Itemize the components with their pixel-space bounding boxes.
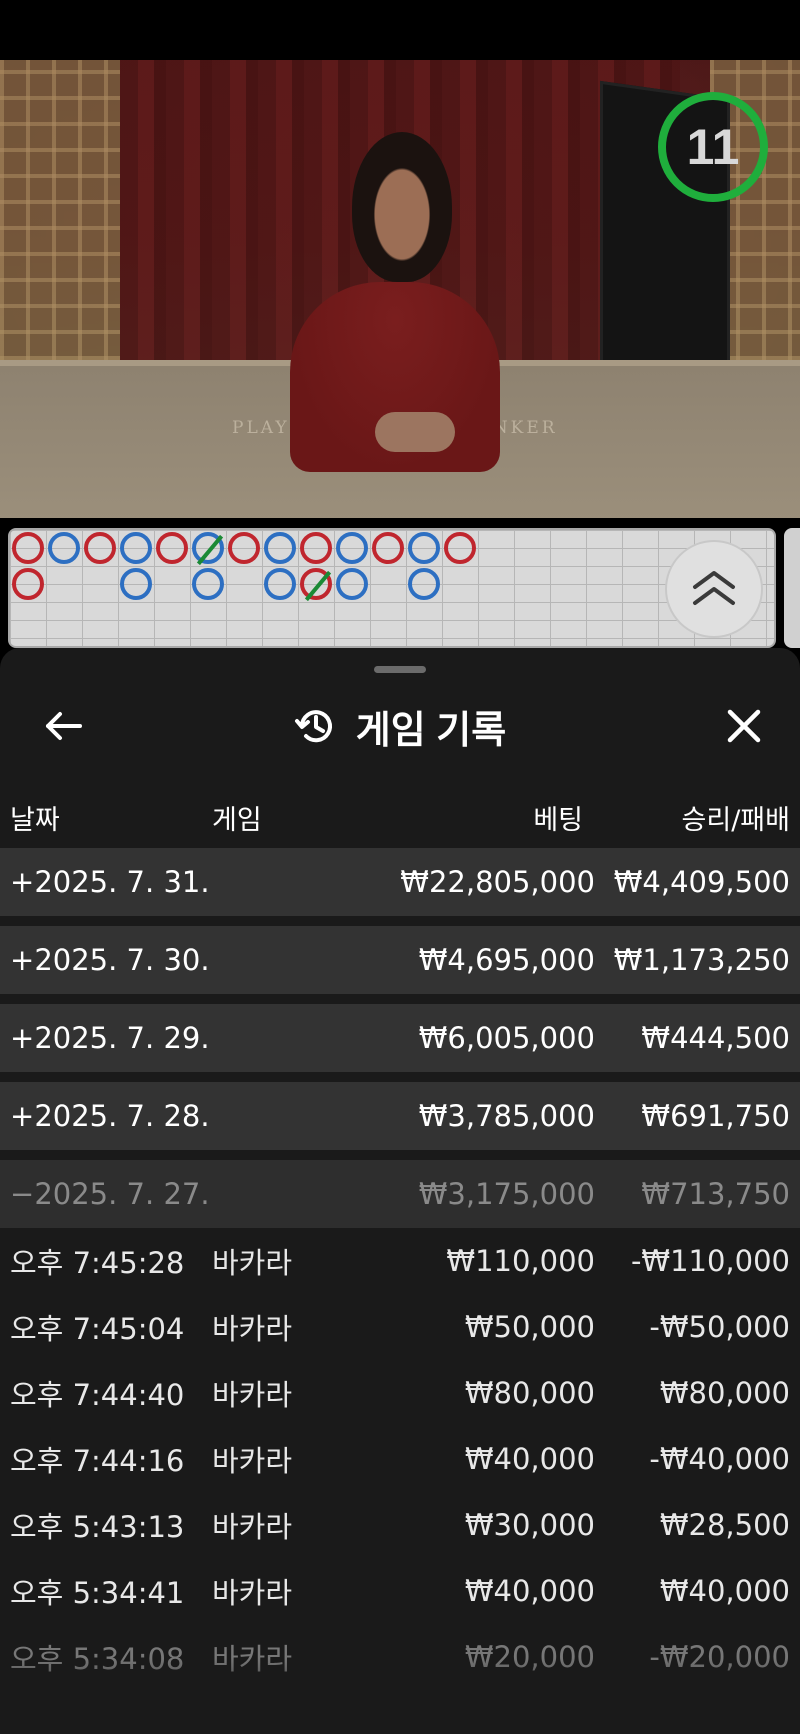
countdown-timer: 11 [658,92,768,202]
day-row[interactable]: +2025. 7. 29. ₩6,005,000 ₩444,500 [0,1004,800,1072]
banker-bead [84,532,116,564]
game-name: 바카라 [212,1576,293,1610]
bead-road [8,528,776,648]
game-name: 바카라 [212,1510,293,1544]
player-bead [120,532,152,564]
game-win-loss: ₩80,000 [659,1376,790,1410]
sheet-drag-handle[interactable] [374,666,426,673]
col-header-bet: 베팅 [533,805,583,836]
banker-bead [228,532,260,564]
game-time: 오후 7:44:16 [10,1444,185,1478]
game-name: 바카라 [212,1246,293,1280]
player-bead [120,568,152,600]
game-row[interactable]: 오후 7:45:28 바카라 ₩110,000 -₩110,000 [0,1228,800,1294]
day-row[interactable]: +2025. 7. 30. ₩4,695,000 ₩1,173,250 [0,926,800,994]
day-win-loss: ₩1,173,250 [613,943,790,977]
column-headers: 날짜 게임 베팅 승리/패배 [0,798,800,838]
game-win-loss: ₩28,500 [659,1508,790,1542]
sheet-header: 게임 기록 [0,690,800,762]
double-chevron-up-icon [693,571,735,605]
banker-bead [12,532,44,564]
col-header-win-loss: 승리/패배 [681,805,790,836]
game-win-loss: -₩40,000 [649,1442,790,1476]
day-bet: ₩6,005,000 [418,1021,595,1055]
secondary-road [784,528,800,648]
game-bet: ₩40,000 [464,1442,595,1476]
col-header-game: 게임 [212,805,262,836]
game-row[interactable]: 오후 7:44:16 바카라 ₩40,000 -₩40,000 [0,1426,800,1492]
player-bead [408,532,440,564]
player-bead [264,532,296,564]
game-row[interactable]: 오후 5:34:41 바카라 ₩40,000 ₩40,000 [0,1558,800,1624]
player-bead [48,532,80,564]
day-date: 2025. 7. 30. [34,943,210,977]
day-win-loss: ₩444,500 [641,1021,790,1055]
game-row[interactable]: 오후 7:44:40 바카라 ₩80,000 ₩80,000 [0,1360,800,1426]
close-button[interactable] [718,700,770,752]
expand-sign: + [10,1021,35,1055]
game-time: 오후 7:45:28 [10,1246,185,1280]
list-fade [0,1658,800,1734]
tie-slash [304,570,332,602]
game-row[interactable]: 오후 5:43:13 바카라 ₩30,000 ₩28,500 [0,1492,800,1558]
day-date: 2025. 7. 28. [34,1099,210,1133]
game-time: 오후 5:34:41 [10,1576,185,1610]
expand-sign: + [10,865,35,899]
sheet-title: 게임 기록 [355,709,507,752]
dealer-hands [375,412,455,452]
day-win-loss: ₩691,750 [641,1099,790,1133]
player-bead [192,532,224,566]
banker-bead [300,568,332,602]
col-header-date: 날짜 [10,805,60,836]
dealer-head [352,132,452,282]
banker-bead [372,532,404,564]
day-win-loss: ₩713,750 [641,1177,790,1211]
day-row[interactable]: +2025. 7. 28. ₩3,785,000 ₩691,750 [0,1082,800,1150]
expand-sign: + [10,1099,35,1133]
game-row[interactable]: 오후 7:45:04 바카라 ₩50,000 -₩50,000 [0,1294,800,1360]
player-bead [264,568,296,600]
game-bet: ₩30,000 [464,1508,595,1542]
collapse-sign: − [10,1177,35,1211]
history-list: +2025. 7. 31. ₩22,805,000 ₩4,409,500 +20… [0,848,800,1690]
game-bet: ₩50,000 [464,1310,595,1344]
day-bet: ₩3,175,000 [418,1177,595,1211]
day-date: 2025. 7. 29. [34,1021,210,1055]
history-icon [294,710,332,743]
game-name: 바카라 [212,1378,293,1412]
player-bead [336,532,368,564]
expand-sign: + [10,943,35,977]
game-win-loss: -₩50,000 [649,1310,790,1344]
day-row-expanded[interactable]: −2025. 7. 27. ₩3,175,000 ₩713,750 [0,1160,800,1228]
game-name: 바카라 [212,1444,293,1478]
tie-slash [196,534,224,566]
player-bead [192,568,224,600]
banker-bead [300,532,332,564]
game-history-sheet: 게임 기록 날짜 게임 베팅 승리/패배 +2025. 7. 31. ₩22,8… [0,648,800,1734]
game-name: 바카라 [212,1312,293,1346]
day-bet: ₩3,785,000 [418,1099,595,1133]
game-win-loss: ₩40,000 [659,1574,790,1608]
game-time: 오후 5:43:13 [10,1510,185,1544]
game-time: 오후 7:45:04 [10,1312,185,1346]
day-row[interactable]: +2025. 7. 31. ₩22,805,000 ₩4,409,500 [0,848,800,916]
player-bead [408,568,440,600]
banker-bead [156,532,188,564]
expand-roads-button[interactable] [665,540,763,638]
game-win-loss: -₩110,000 [630,1244,790,1278]
game-time: 오후 7:44:40 [10,1378,185,1412]
close-icon [727,709,761,743]
player-bead [336,568,368,600]
game-bet: ₩80,000 [464,1376,595,1410]
banker-bead [12,568,44,600]
day-win-loss: ₩4,409,500 [613,865,790,899]
day-bet: ₩22,805,000 [400,865,595,899]
day-date: 2025. 7. 31. [34,865,210,899]
banker-bead [444,532,476,564]
day-date: 2025. 7. 27. [34,1177,210,1211]
day-bet: ₩4,695,000 [418,943,595,977]
lattice-decor-left [0,60,120,360]
game-bet: ₩40,000 [464,1574,595,1608]
game-bet: ₩110,000 [446,1244,595,1278]
